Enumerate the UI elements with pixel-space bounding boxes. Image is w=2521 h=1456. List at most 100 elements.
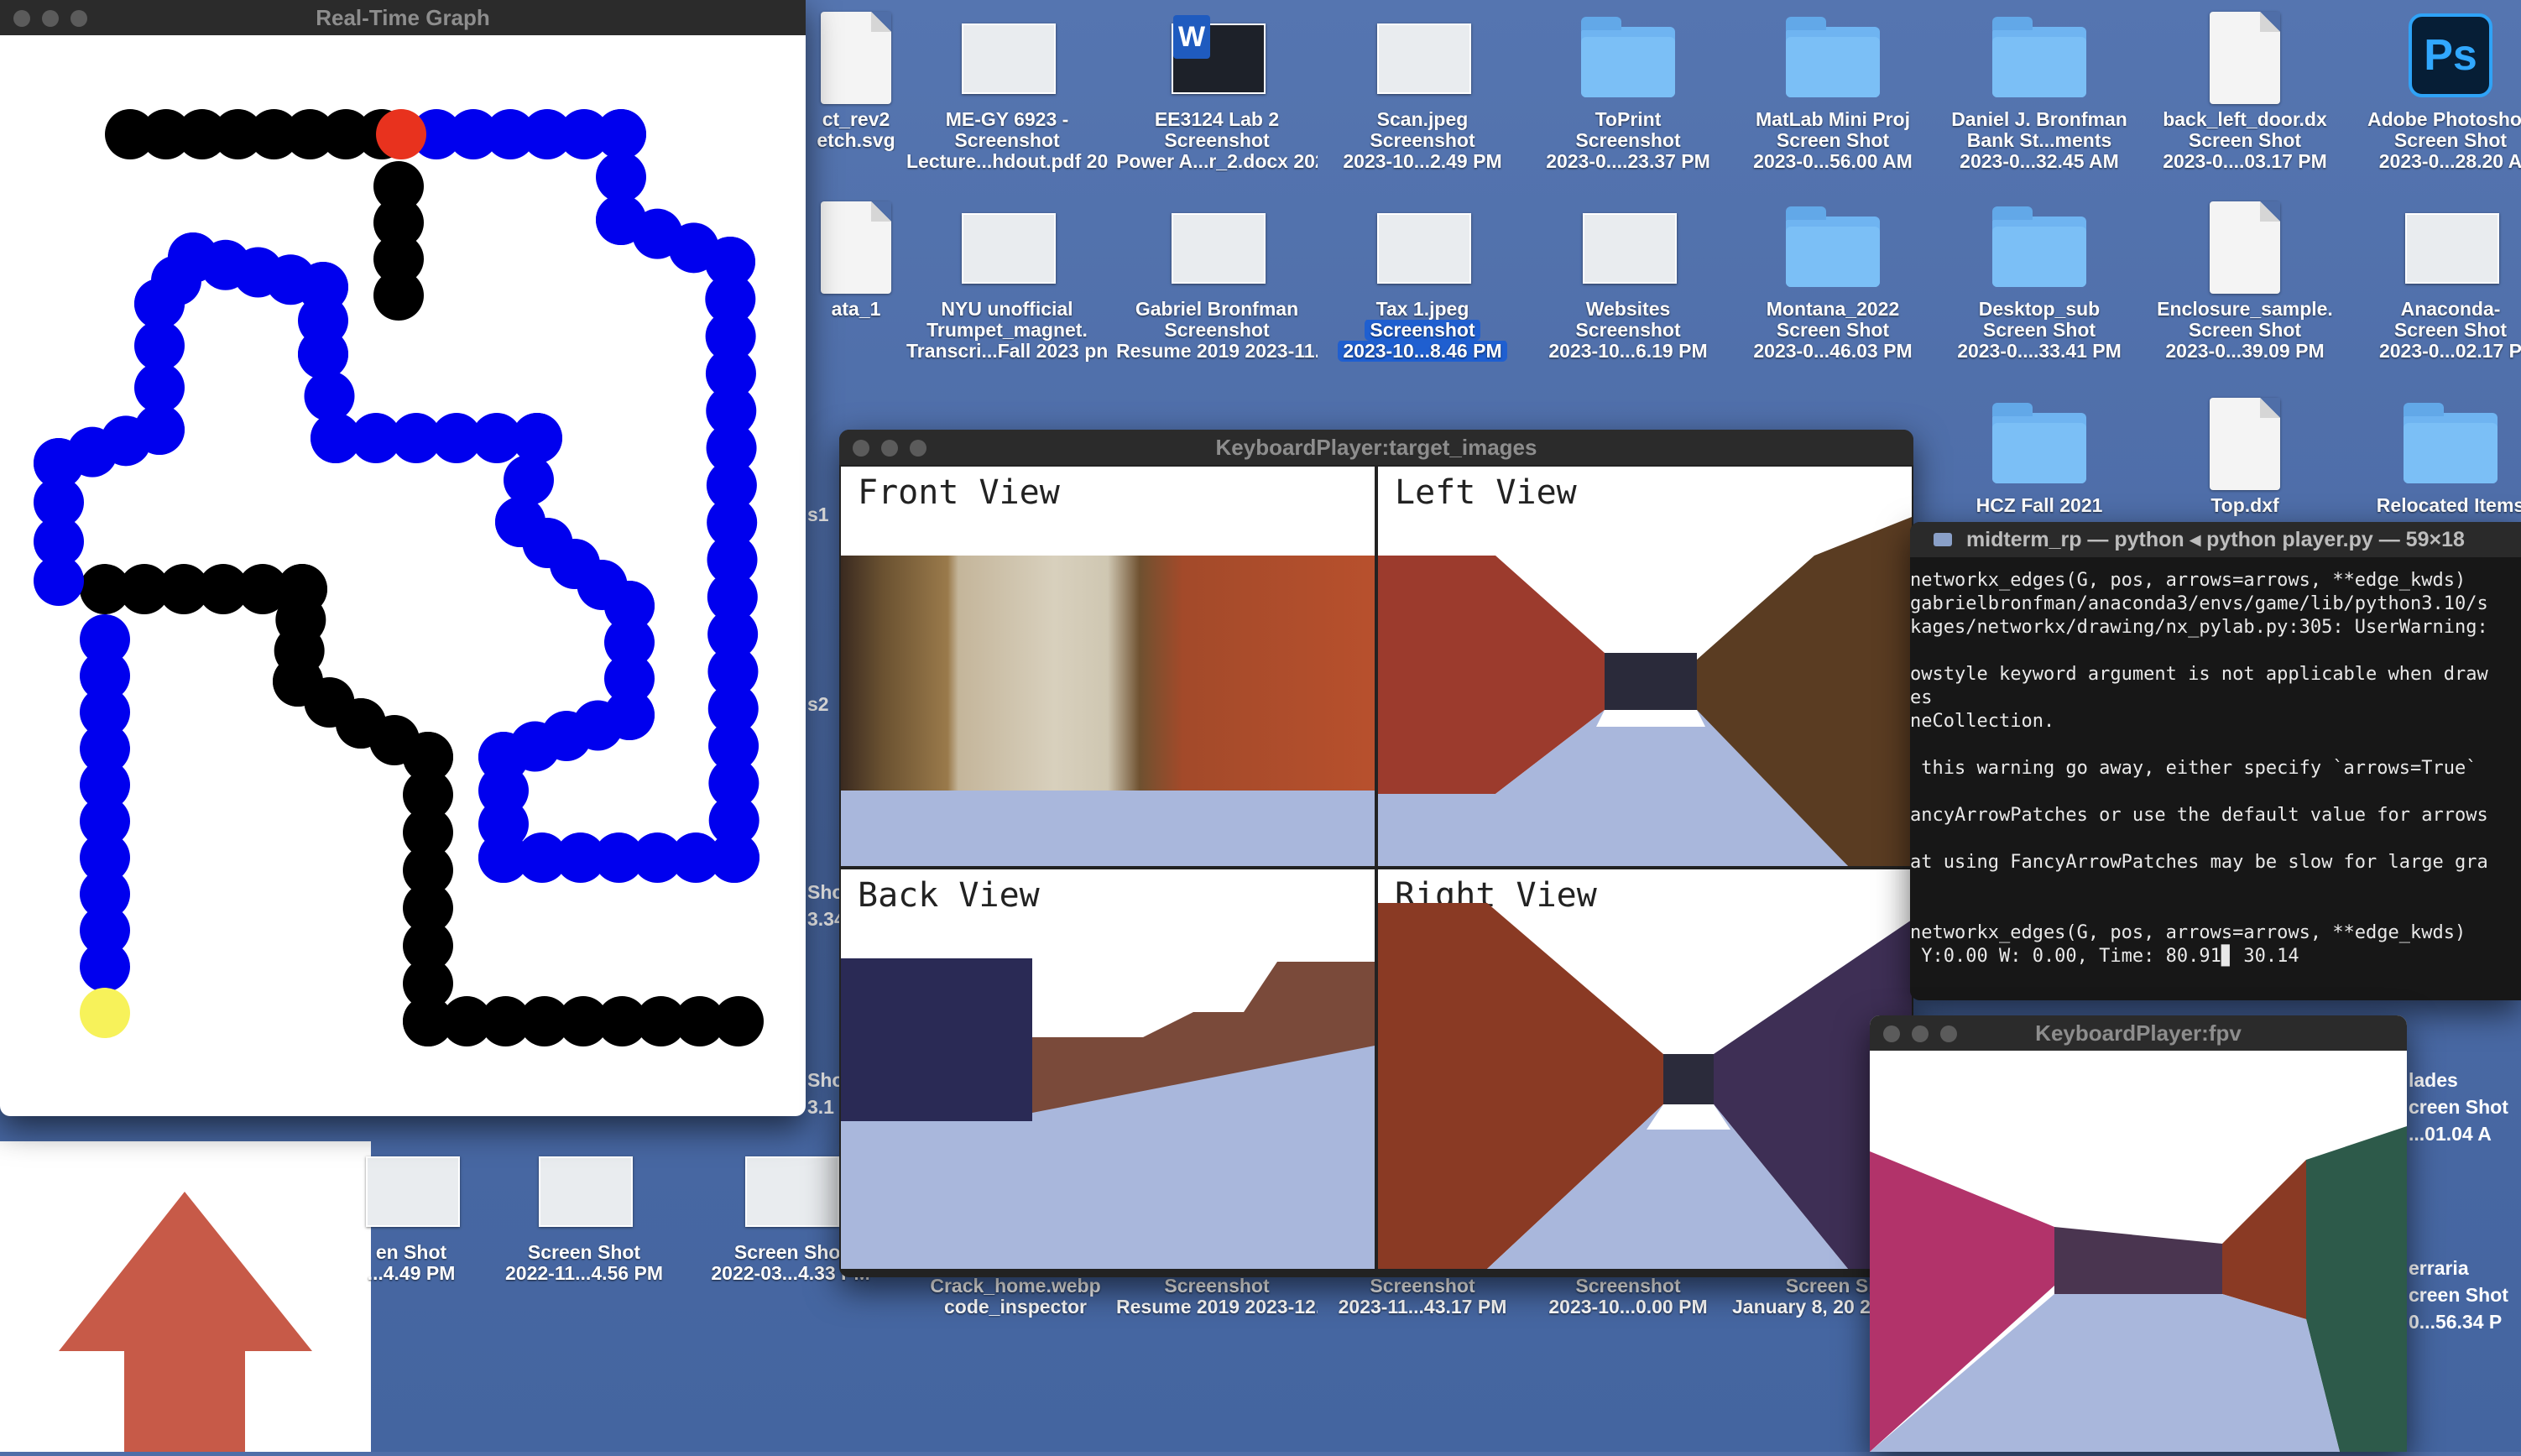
icon-sublabel: 2023-0...32.45 AM <box>1960 151 2119 172</box>
window-controls[interactable] <box>853 440 926 457</box>
icon-sublabel: Screen Shot <box>1776 130 1890 151</box>
icon-sublabel: Screen Shot <box>2393 320 2508 341</box>
terminal-line: Y:0.00 W: 0.00, Time: 80.91▊ 30.14 <box>1910 946 2299 967</box>
icon-label: Desktop_sub <box>1978 299 2101 320</box>
icon-label: Adobe Photoshop <box>2367 109 2521 130</box>
icon-label: ME-GY 6923 - <box>945 109 1069 130</box>
icon-sublabel: Bank St...ments <box>1966 130 2112 151</box>
icon-sublabel: 2023-0....03.17 PM <box>2163 151 2327 172</box>
desktop-icon[interactable]: Scan.jpeg Screenshot 2023-10...2.49 PM <box>1322 8 1523 172</box>
desktop-icon[interactable]: Enclosure_sample. Screen Shot 2023-0...39.… <box>2144 198 2346 362</box>
icon-label-fragment: creen Shot <box>2409 1096 2508 1118</box>
zoom-button[interactable] <box>910 440 926 457</box>
icon-label: EE3124 Lab 2 <box>1154 109 1280 130</box>
back-view-panel: Back View <box>841 869 1375 1269</box>
window-controls[interactable] <box>1883 1025 1957 1042</box>
desktop-icon[interactable]: ToPrint Screenshot 2023-0....23.37 PM <box>1527 8 1729 172</box>
path-graph <box>34 109 764 1046</box>
desktop-icon[interactable]: Desktop_sub Screen Shot 2023-0....33.41 PM <box>1939 198 2140 362</box>
icon-label: back_left_door.dx <box>2163 109 2327 130</box>
minimize-button[interactable] <box>42 10 59 27</box>
graph-window[interactable]: Real-Time Graph <box>0 0 806 1116</box>
minimize-button[interactable] <box>1912 1025 1929 1042</box>
desktop-icon-label[interactable]: ScreenshotResume 2019 2023-12...2.45 PM <box>1116 1276 1318 1318</box>
icon-sublabel: Screenshot <box>1322 320 1523 341</box>
icon-label-fragment: erraria <box>2409 1257 2469 1279</box>
folder-icon <box>1989 198 2090 299</box>
folder-icon <box>1782 198 1883 299</box>
desktop-icon[interactable]: en Shot ...4.49 PM <box>311 1141 512 1284</box>
shot-icon <box>534 1141 634 1242</box>
icon-sublabel: Screenshot <box>1370 130 1475 151</box>
icon-sublabel: Screenshot <box>1575 320 1681 341</box>
icon-sublabel: 2023-0...02.17 P <box>2378 341 2521 362</box>
close-button[interactable] <box>13 10 30 27</box>
icon-sublabel: 2023-11...43.17 PM <box>1338 1297 1507 1318</box>
desktop-icon[interactable]: ME-GY 6923 - Screenshot Lecture...hdout.pd… <box>906 8 1108 172</box>
icon-sublabel: Screen Shot <box>1776 320 1890 341</box>
desktop-icon[interactable]: Top.dxf <box>2144 394 2346 516</box>
shot-icon <box>1372 198 1473 299</box>
desktop-icon[interactable]: W EE3124 Lab 2 Screenshot Power A...r_2.doc… <box>1116 8 1318 172</box>
desktop-icon[interactable]: Relocated Items <box>2350 394 2521 516</box>
desktop-icon[interactable]: HCZ Fall 2021 <box>1939 394 2140 516</box>
icon-label: ToPrint <box>1595 109 1662 130</box>
desktop-icon[interactable]: MatLab Mini Proj Screen Shot 2023-0...56.0… <box>1732 8 1934 172</box>
desktop-icon[interactable]: Daniel J. Bronfman Bank St...ments 2023-0.… <box>1939 8 2140 172</box>
desktop-icon[interactable]: Websites Screenshot 2023-10...6.19 PM <box>1527 198 1729 362</box>
zoom-button[interactable] <box>1940 1025 1957 1042</box>
window-controls[interactable] <box>13 10 87 27</box>
zoom-button[interactable] <box>70 10 87 27</box>
icon-label-fragment: s2 <box>807 693 829 715</box>
desktop-icon[interactable]: Anaconda- Screen Shot 2023-0...02.17 P <box>2350 198 2521 362</box>
desktop-icon[interactable]: Ps Adobe Photoshop Screen Shot 2023-0...28.… <box>2350 8 2521 172</box>
icon-label: Top.dxf <box>2210 495 2279 516</box>
icon-label-fragment: 0...56.34 P <box>2409 1311 2503 1333</box>
icon-sublabel: 2023-0....33.41 PM <box>1957 341 2122 362</box>
target-images-window[interactable]: KeyboardPlayer:target_images Front View … <box>839 430 1913 1277</box>
icon-sublabel: Trumpet_magnet. <box>926 320 1088 341</box>
desktop-icon[interactable]: Gabriel Bronfman Screenshot Resume 2019 20… <box>1116 198 1318 362</box>
close-button[interactable] <box>1883 1025 1900 1042</box>
terminal-window[interactable]: midterm_rp — python ◂ python player.py —… <box>1910 522 2521 1000</box>
target-window-titlebar[interactable]: KeyboardPlayer:target_images <box>839 430 1913 465</box>
folder-icon <box>1578 8 1678 109</box>
graph-window-titlebar[interactable]: Real-Time Graph <box>0 0 806 35</box>
icon-label-fragment: Sho <box>807 1069 844 1091</box>
terminal-line: gabrielbronfman/anaconda3/envs/game/lib/… <box>1910 593 2488 614</box>
icon-label: Screen Shot <box>527 1242 641 1263</box>
shot-icon <box>740 1141 841 1242</box>
icon-label: Daniel J. Bronfman <box>1951 109 2127 130</box>
graph-node <box>80 988 130 1038</box>
fpv-window-titlebar[interactable]: KeyboardPlayer:fpv <box>1870 1015 2407 1051</box>
icon-sublabel: Screen Shot <box>1982 320 2096 341</box>
terminal-titlebar[interactable]: midterm_rp — python ◂ python player.py —… <box>1910 522 2521 557</box>
folder-icon <box>2400 394 2501 495</box>
front-view-label: Front View <box>858 473 1060 512</box>
minimize-button[interactable] <box>881 440 898 457</box>
terminal-line: neCollection. <box>1910 711 2055 732</box>
desktop-icon[interactable]: NYU unofficial Trumpet_magnet. Transcri...… <box>906 198 1108 362</box>
doc-icon <box>2195 8 2295 109</box>
desktop-icon[interactable]: Tax 1.jpeg Screenshot 2023-10...8.46 PM <box>1322 198 1523 362</box>
icon-sublabel: Screenshot <box>1164 130 1270 151</box>
terminal-title: midterm_rp — python ◂ python player.py —… <box>1965 528 2465 551</box>
icon-label-fragment: s1 <box>807 504 829 525</box>
terminal-line: kages/networkx/drawing/nx_pylab.py:305: … <box>1910 617 2488 638</box>
icon-label: Montana_2022 <box>1766 299 1900 320</box>
desktop-icon[interactable]: Montana_2022 Screen Shot 2023-0...46.03 PM <box>1732 198 1934 362</box>
desktop-icon-label[interactable]: Screenshot 2023-10...0.00 PM <box>1527 1276 1729 1318</box>
fpv-window[interactable]: KeyboardPlayer:fpv <box>1870 1015 2407 1452</box>
graph-node <box>373 270 424 321</box>
desktop-icon[interactable]: back_left_door.dx Screen Shot 2023-0....03… <box>2144 8 2346 172</box>
desktop-icon-label[interactable]: Crack_home.webp code_inspector <box>915 1276 1116 1318</box>
desktop-icon-label[interactable]: Screenshot 2023-11...43.17 PM <box>1322 1276 1523 1318</box>
icon-sublabel: Transcri...Fall 2023 png <box>906 341 1108 362</box>
icon-label-fragment: Sho <box>807 881 844 903</box>
terminal-output[interactable]: networkx_edges(G, pos, arrows=arrows, **… <box>1910 569 2521 997</box>
desktop-icon[interactable]: Screen Shot 2022-11...4.56 PM <box>483 1141 685 1284</box>
front-view-panel: Front View <box>841 467 1375 866</box>
terminal-line: networkx_edges(G, pos, arrows=arrows, **… <box>1910 922 2466 943</box>
right-view-panel: Right View <box>1378 869 1912 1269</box>
close-button[interactable] <box>853 440 869 457</box>
